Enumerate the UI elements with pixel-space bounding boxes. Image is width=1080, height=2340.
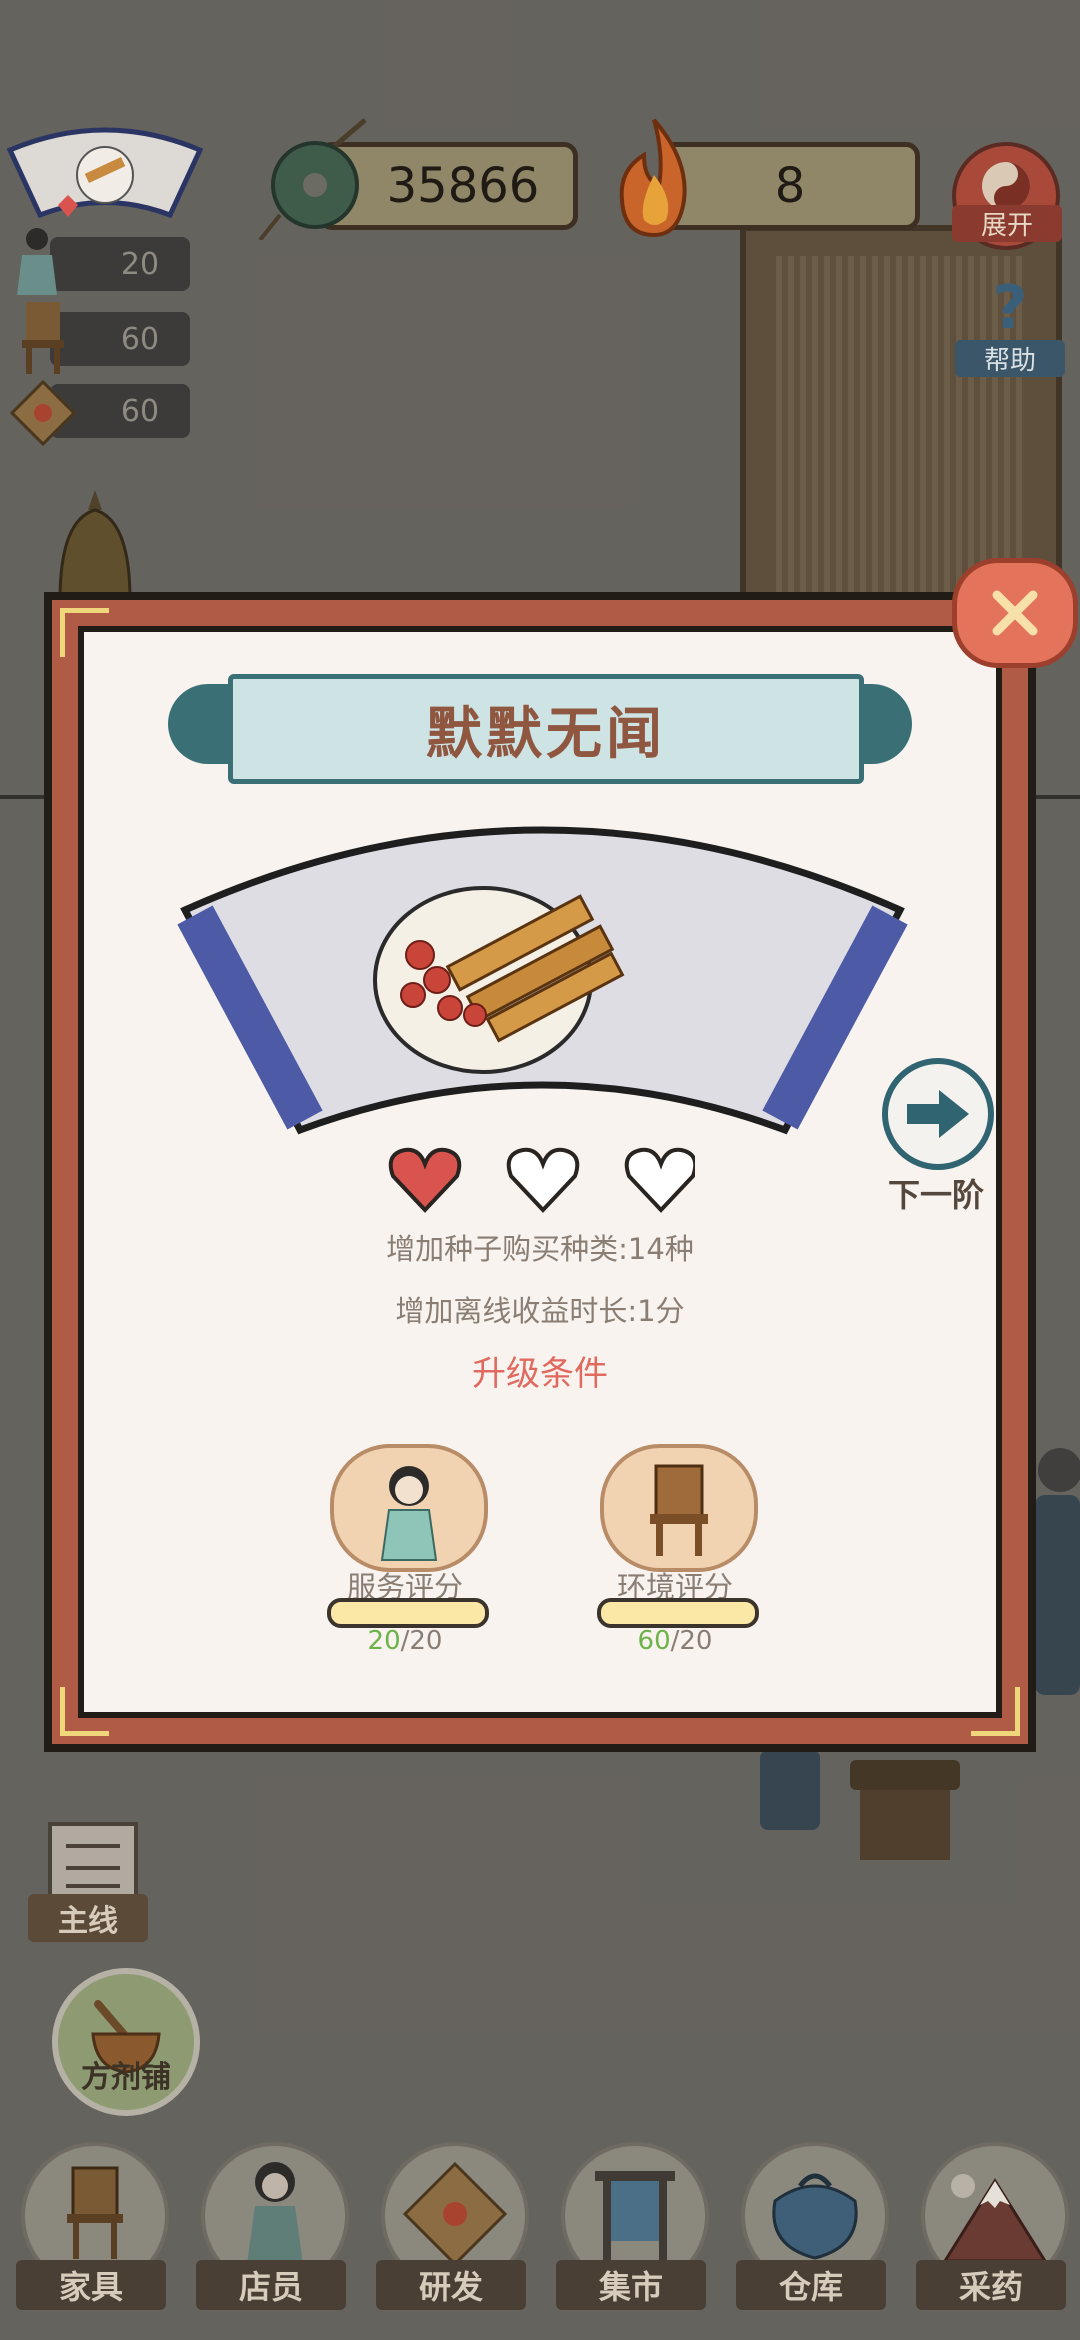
staff-icon xyxy=(380,1466,438,1561)
svg-text:?: ? xyxy=(993,273,1028,343)
arrow-right-icon xyxy=(907,1090,969,1138)
close-button[interactable] xyxy=(952,558,1078,668)
nav-staff-label: 店员 xyxy=(196,2260,346,2310)
rank-hearts xyxy=(385,1140,698,1220)
info-seed-types: 增加种子购买种类:14种 xyxy=(386,1232,694,1266)
coin-value: 35866 xyxy=(386,158,540,214)
info-offline-time: 增加离线收益时长:1分 xyxy=(395,1294,685,1328)
service-score-count: 20/20 xyxy=(305,1626,505,1656)
rank-title: 默默无闻 xyxy=(228,674,864,784)
environment-total: /20 xyxy=(670,1626,713,1656)
corner-ornament xyxy=(60,1687,109,1736)
pharmacy-label[interactable]: 方剂铺 xyxy=(52,2052,200,2096)
package-icon xyxy=(9,379,77,447)
expand-label[interactable]: 展开 xyxy=(952,205,1062,242)
help-label[interactable]: 帮助 xyxy=(955,340,1065,377)
nav-staff[interactable]: 店员 xyxy=(196,2142,349,2322)
corner-ornament xyxy=(60,608,109,657)
corner-ornament xyxy=(971,1687,1020,1736)
environment-badge xyxy=(600,1444,758,1572)
nav-herb-gathering[interactable]: 采药 xyxy=(916,2142,1069,2322)
chair-icon xyxy=(650,1464,708,1556)
stat-environment: 60 xyxy=(50,312,190,366)
next-tier-label[interactable]: 下一阶 xyxy=(876,1170,996,1216)
nav-warehouse-label: 仓库 xyxy=(736,2260,886,2310)
jade-coin-icon xyxy=(258,118,367,240)
stat-materials-value: 60 xyxy=(120,393,160,429)
chair-icon xyxy=(22,302,64,374)
stat-staff: 20 xyxy=(50,237,190,291)
stat-staff-value: 20 xyxy=(120,246,160,282)
service-total: /20 xyxy=(400,1626,443,1656)
environment-score-bar xyxy=(597,1598,759,1628)
service-badge xyxy=(330,1444,488,1572)
dish-fan-thumbnail[interactable] xyxy=(0,120,210,230)
nav-furniture[interactable]: 家具 xyxy=(16,2142,169,2322)
heart-empty-icon xyxy=(624,1147,698,1213)
dish-fan-illustration xyxy=(177,826,908,1135)
heart-empty-icon xyxy=(506,1147,580,1213)
heart-icons xyxy=(388,1147,698,1213)
environment-score-count: 60/20 xyxy=(575,1626,775,1656)
fire-icon xyxy=(619,118,687,238)
staff-icon xyxy=(17,228,57,295)
upgrade-conditions-title: 升级条件 xyxy=(472,1354,608,1394)
nav-research[interactable]: 研发 xyxy=(376,2142,529,2322)
environment-current: 60 xyxy=(637,1626,671,1656)
nav-research-label: 研发 xyxy=(376,2260,526,2310)
heart-filled-icon xyxy=(388,1147,462,1213)
stat-environment-value: 60 xyxy=(120,321,160,357)
nav-herb-gathering-label: 采药 xyxy=(916,2260,1066,2310)
fire-value: 8 xyxy=(774,158,806,214)
nav-warehouse[interactable]: 仓库 xyxy=(736,2142,889,2322)
nav-furniture-label: 家具 xyxy=(16,2260,166,2310)
close-icon xyxy=(992,590,1038,636)
next-tier-button[interactable] xyxy=(882,1058,994,1170)
quest-button[interactable]: 主线 xyxy=(28,1894,148,1942)
nav-market-label: 集市 xyxy=(556,2260,706,2310)
service-current: 20 xyxy=(367,1626,401,1656)
nav-market[interactable]: 集市 xyxy=(556,2142,709,2322)
service-score-bar xyxy=(327,1598,489,1628)
